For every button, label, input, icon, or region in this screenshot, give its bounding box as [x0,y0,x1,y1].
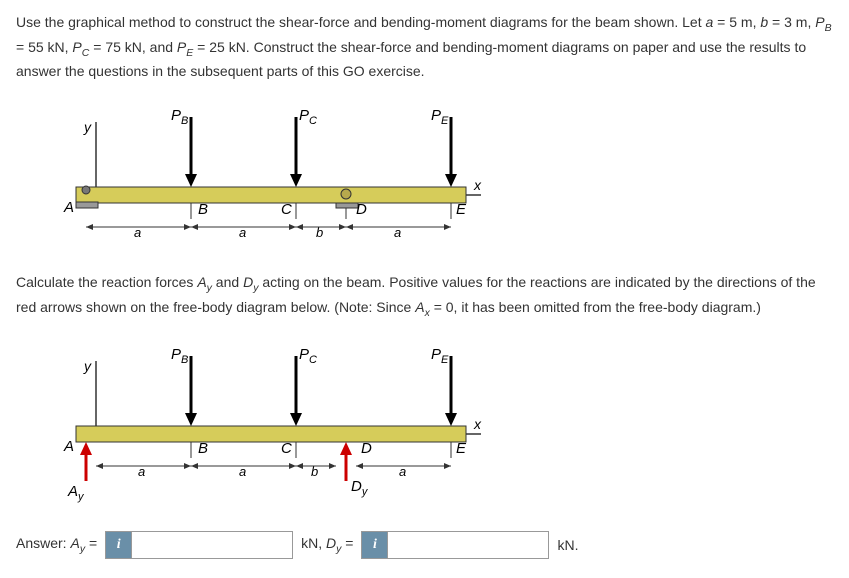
svg-text:PB: PB [171,346,188,366]
svg-text:b: b [316,225,323,240]
svg-text:D: D [361,440,372,457]
svg-text:b: b [311,464,318,479]
svg-text:y: y [83,358,92,374]
y-axis-label: y [83,119,92,135]
svg-text:a: a [394,225,401,240]
svg-text:PE: PE [431,107,449,127]
svg-text:PC: PC [299,346,317,366]
info-icon[interactable]: i [106,532,132,558]
svg-text:a: a [138,464,145,479]
svg-text:PC: PC [299,107,317,127]
ay-input[interactable] [132,532,292,558]
svg-text:PE: PE [431,346,449,366]
svg-text:a: a [399,464,406,479]
beam-diagram-1: y x PB PC PE A B C D E a [56,102,476,252]
svg-text:B: B [198,201,208,218]
svg-text:C: C [281,440,292,457]
answer-ay-label: Answer: Ay = [16,535,97,555]
svg-text:B: B [198,440,208,457]
svg-text:Dy: Dy [351,478,369,498]
answer-row: Answer: Ay = i kN, Dy = i kN. [16,531,833,559]
svg-text:A: A [63,199,74,216]
svg-text:a: a [239,464,246,479]
svg-text:E: E [456,201,467,218]
svg-text:E: E [456,440,467,457]
dy-input-wrapper: i [361,531,549,559]
unit-end: kN. [557,537,578,553]
svg-text:C: C [281,201,292,218]
dy-input[interactable] [388,532,548,558]
calculation-instruction: Calculate the reaction forces Ay and Dy … [16,272,833,321]
svg-text:a: a [239,225,246,240]
svg-text:Ay: Ay [67,483,85,503]
svg-text:a: a [134,225,141,240]
beam-diagram-2-fbd: y x PB PC PE Ay Dy A B C D E [56,341,476,511]
svg-text:x: x [473,416,482,432]
info-icon[interactable]: i [362,532,388,558]
ay-input-wrapper: i [105,531,293,559]
svg-text:A: A [63,438,74,455]
problem-statement: Use the graphical method to construct th… [16,12,833,82]
svg-text:D: D [356,201,367,218]
answer-dy-label: kN, Dy = [301,535,353,555]
svg-text:x: x [473,177,482,193]
svg-text:PB: PB [171,107,188,127]
